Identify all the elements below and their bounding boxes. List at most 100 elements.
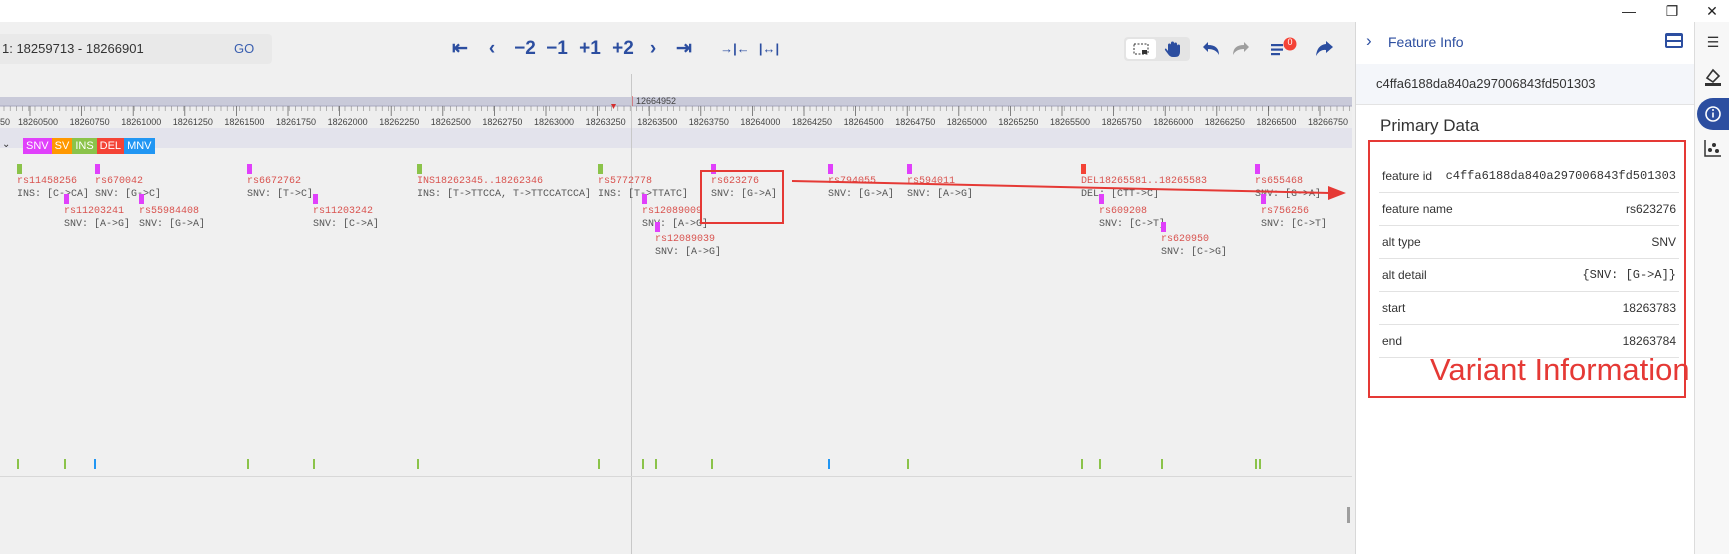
legend-sv[interactable]: SV	[51, 138, 73, 154]
info-row: alt detail {SNV: [G->A]}	[1379, 259, 1679, 292]
ruler-tick-label: 18261500	[224, 117, 264, 127]
density-row	[0, 459, 1352, 473]
variant-marker[interactable]	[417, 164, 422, 174]
variant-marker[interactable]	[1161, 222, 1166, 232]
window-title-bar: — ❐ ✕	[0, 0, 1729, 23]
info-key: alt detail	[1382, 268, 1427, 282]
density-marker	[247, 459, 249, 469]
variant-marker[interactable]	[247, 164, 252, 174]
info-key: start	[1382, 301, 1406, 315]
info-value: SNV	[1651, 235, 1676, 249]
paint-icon[interactable]	[1701, 64, 1725, 88]
variant-name[interactable]: rs55984408	[139, 206, 199, 218]
list-icon[interactable]: ☰	[1701, 30, 1725, 54]
legend-ins[interactable]: INS	[72, 138, 97, 154]
next-button[interactable]: ›	[643, 34, 663, 64]
info-row: alt type SNV	[1379, 226, 1679, 259]
select-mode-button[interactable]	[1126, 39, 1156, 59]
ruler-tick-label: 18262250	[379, 117, 419, 127]
variant-name[interactable]: rs11203241	[64, 206, 124, 218]
variant-name[interactable]: rs5772778	[598, 176, 652, 188]
info-key: feature name	[1382, 202, 1453, 216]
undo-button[interactable]	[1198, 38, 1224, 60]
density-marker	[711, 459, 713, 469]
genome-browser: 1: 18259713 - 18266901 GO ⇤ ‹ −2 −1 +1 +…	[0, 22, 1355, 554]
variant-marker[interactable]	[139, 194, 144, 204]
density-marker	[907, 459, 909, 469]
resize-handle[interactable]	[1347, 507, 1350, 523]
redo-button[interactable]	[1228, 38, 1254, 60]
info-icon[interactable]	[1697, 98, 1729, 130]
density-marker	[17, 459, 19, 469]
ruler-tick-label: 50	[0, 117, 10, 127]
variant-name[interactable]: rs6672762	[247, 176, 301, 188]
variant-name[interactable]: rs11203242	[313, 206, 373, 218]
info-row: feature id c4ffa6188da840a297006843fd5013…	[1379, 160, 1679, 193]
variant-marker[interactable]	[642, 194, 647, 204]
zoom-in-button[interactable]: →|←	[720, 34, 750, 64]
panel-icon[interactable]	[1664, 32, 1684, 50]
maximize-button[interactable]: ❐	[1655, 0, 1689, 22]
share-button[interactable]	[1312, 38, 1338, 60]
ruler-tick-label: 18266250	[1205, 117, 1245, 127]
feature-id-header: c4ffa6188da840a297006843fd501303	[1356, 64, 1695, 105]
track-list-button[interactable]: 0	[1268, 36, 1302, 60]
variant-detail: SNV: [A->G]	[642, 219, 709, 230]
first-button[interactable]: ⇤	[447, 34, 473, 64]
collapse-chevron-icon[interactable]: ⌄	[2, 139, 10, 150]
variant-name[interactable]: rs12089009	[642, 206, 702, 218]
minimize-button[interactable]: —	[1612, 0, 1646, 22]
variant-detail: INS: [C->CA]	[17, 189, 90, 200]
variant-marker[interactable]	[598, 164, 603, 174]
variant-detail: SNV: [A->G]	[655, 247, 722, 258]
variant-information-annotation: Variant Information	[1430, 352, 1690, 387]
variant-name[interactable]: rs670042	[95, 176, 143, 188]
scatter-icon[interactable]	[1701, 136, 1725, 160]
density-marker	[94, 459, 96, 469]
prev-button[interactable]: ‹	[480, 34, 504, 64]
chevron-right-icon[interactable]: ›	[1366, 31, 1372, 51]
variant-detail: SNV: [G->C]	[95, 189, 162, 200]
coordinate-ruler[interactable]: 50 18260500 18260750 18261000 18261250 182615…	[0, 74, 1352, 128]
variant-marker[interactable]	[95, 164, 100, 174]
variant-marker[interactable]	[907, 164, 912, 174]
variant-name[interactable]: rs11458256	[17, 176, 77, 188]
variant-marker[interactable]	[1081, 164, 1086, 174]
undo-icon	[1203, 42, 1219, 55]
minus-1-button[interactable]: −1	[542, 34, 572, 64]
legend-del[interactable]: DEL	[96, 138, 125, 154]
plus-2-button[interactable]: +2	[606, 34, 640, 64]
variant-marker[interactable]	[17, 164, 22, 174]
variant-marker[interactable]	[64, 194, 69, 204]
go-button[interactable]: GO	[234, 34, 254, 64]
variant-marker[interactable]	[313, 194, 318, 204]
variant-marker[interactable]	[1255, 164, 1260, 174]
zoom-out-button[interactable]: |↔|	[754, 34, 784, 64]
location-text: 1: 18259713 - 18266901	[2, 41, 144, 56]
selected-variant-highlight	[700, 170, 784, 224]
variant-marker[interactable]	[828, 164, 833, 174]
variant-name[interactable]: rs620950	[1161, 234, 1209, 246]
location-input[interactable]: 1: 18259713 - 18266901 GO	[0, 34, 272, 64]
variant-name[interactable]: INS18262345..18262346	[417, 176, 543, 188]
variant-detail: SNV: [G->A]	[139, 219, 206, 230]
density-marker	[655, 459, 657, 469]
plus-1-button[interactable]: +1	[574, 34, 606, 64]
legend-snv[interactable]: SNV	[23, 138, 52, 154]
variant-marker[interactable]	[655, 222, 660, 232]
variant-detail: SNV: [C->A]	[313, 219, 380, 230]
ruler-tick-label: 18263500	[637, 117, 677, 127]
legend-mnv[interactable]: MNV	[124, 138, 155, 154]
select-icon	[1133, 43, 1149, 55]
minus-2-button[interactable]: −2	[510, 34, 540, 64]
ruler-tick-label: 18261750	[276, 117, 316, 127]
ruler-tick-label: 18266500	[1256, 117, 1296, 127]
ruler-tick-label: 18265500	[1050, 117, 1090, 127]
info-row: feature name rs623276	[1379, 193, 1679, 226]
close-button[interactable]: ✕	[1695, 0, 1729, 22]
variant-name[interactable]: rs12089039	[655, 234, 715, 246]
last-button[interactable]: ⇥	[671, 34, 697, 64]
pan-mode-button[interactable]	[1160, 39, 1188, 59]
info-value: 18263784	[1622, 334, 1676, 348]
info-key: end	[1382, 334, 1403, 348]
